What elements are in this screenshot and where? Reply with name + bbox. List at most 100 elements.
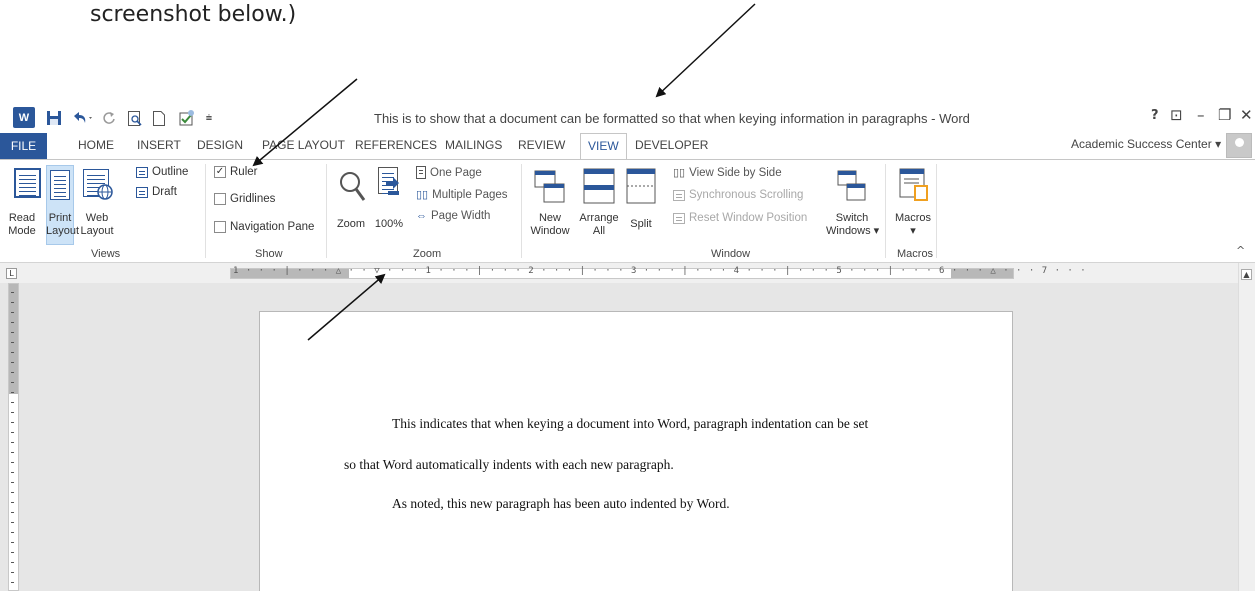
draft-label: Draft	[152, 186, 177, 198]
checkbox-icon	[214, 221, 226, 233]
tab-mailings[interactable]: MAILINGS	[445, 138, 502, 152]
print-layout-icon	[50, 170, 70, 200]
tab-review[interactable]: REVIEW	[518, 138, 565, 152]
tab-file[interactable]: FILE	[0, 133, 47, 159]
save-icon[interactable]	[44, 107, 64, 129]
group-divider	[326, 164, 327, 258]
tab-page-layout[interactable]: PAGE LAYOUT	[262, 138, 345, 152]
draft-icon	[136, 186, 148, 198]
views-group-label: Views	[91, 248, 121, 260]
navigation-pane-checkbox[interactable]: Navigation Pane	[214, 221, 314, 233]
macros-icon	[899, 168, 928, 201]
view-side-by-side-button[interactable]: ▯▯ View Side by Side	[673, 166, 782, 180]
document-line-2[interactable]: so that Word automatically indents with …	[344, 457, 674, 473]
minimize-icon[interactable]: –	[1197, 106, 1205, 124]
redo-icon[interactable]	[100, 107, 118, 129]
macros-label: Macros ▾	[894, 212, 932, 237]
undo-icon[interactable]	[70, 107, 96, 129]
vertical-ruler-tick	[11, 412, 14, 413]
new-window-icon	[534, 170, 565, 203]
document-page[interactable]: This indicates that when keying a docume…	[259, 311, 1013, 591]
account-label: Academic Success Center	[1071, 137, 1212, 151]
tab-developer[interactable]: DEVELOPER	[635, 138, 708, 152]
window-group-label: Window	[711, 248, 751, 260]
account-name[interactable]: Academic Success Center ▾	[1071, 137, 1221, 151]
read-mode-icon	[14, 168, 41, 198]
globe-icon	[97, 184, 113, 200]
gridlines-label: Gridlines	[230, 193, 276, 205]
gridlines-checkbox[interactable]: Gridlines	[214, 193, 275, 205]
page-width-icon: ⇔	[416, 210, 427, 222]
caption-text: screenshot below.)	[90, 2, 297, 27]
vertical-ruler-tick	[11, 582, 14, 583]
vertical-ruler-tick	[11, 342, 14, 343]
vertical-ruler-margin	[9, 284, 18, 394]
tab-view[interactable]: VIEW	[580, 133, 627, 160]
vertical-ruler-tick	[11, 352, 14, 353]
vertical-ruler-tick	[11, 292, 14, 293]
group-divider	[936, 164, 937, 258]
account-chevron-icon: ▾	[1215, 137, 1222, 151]
tab-insert[interactable]: INSERT	[137, 138, 181, 152]
vertical-ruler-tick	[11, 452, 14, 453]
close-icon[interactable]: ✕	[1240, 106, 1253, 124]
vertical-ruler-tick	[11, 302, 14, 303]
vertical-ruler-tick	[11, 402, 14, 403]
outline-button[interactable]: Outline	[136, 166, 188, 178]
group-divider	[521, 164, 522, 258]
arrow-to-title	[655, 3, 756, 98]
vertical-ruler-tick	[11, 442, 14, 443]
word-app-icon[interactable]: W	[13, 107, 35, 128]
tab-home[interactable]: HOME	[78, 138, 114, 152]
draft-button[interactable]: Draft	[136, 186, 177, 198]
new-document-icon[interactable]	[150, 107, 168, 129]
web-layout-label: Web Layout	[80, 212, 114, 237]
macros-group-label: Macros	[897, 248, 934, 260]
document-line-1[interactable]: This indicates that when keying a docume…	[392, 416, 868, 432]
reset-window-position-button[interactable]: Reset Window Position	[673, 212, 807, 224]
tab-design[interactable]: DESIGN	[197, 138, 243, 152]
spelling-icon[interactable]	[176, 107, 198, 129]
vertical-ruler-tick	[11, 532, 14, 533]
vertical-ruler-tick	[11, 482, 14, 483]
page-width-label: Page Width	[431, 210, 491, 222]
vertical-ruler[interactable]	[8, 283, 19, 591]
view-side-by-side-label: View Side by Side	[689, 166, 782, 179]
one-page-icon	[416, 166, 426, 179]
checkbox-checked-icon: ✓	[214, 166, 226, 178]
avatar[interactable]	[1226, 133, 1252, 158]
ruler-marks: 1 · · · | · · · △ · · ▽ · · · 1 · · · | …	[233, 266, 1087, 276]
arrange-all-icon	[583, 168, 615, 204]
tab-references[interactable]: REFERENCES	[355, 138, 437, 152]
multiple-pages-icon: ▯▯	[416, 189, 429, 201]
vertical-scrollbar[interactable]: ▲	[1238, 263, 1255, 591]
customize-icon[interactable]: ⩧	[202, 107, 216, 129]
page-width-button[interactable]: ⇔ Page Width	[416, 210, 490, 222]
document-workspace: This indicates that when keying a docume…	[0, 283, 1255, 591]
restore-icon[interactable]: ❐	[1218, 106, 1231, 124]
one-page-button[interactable]: One Page	[416, 166, 482, 179]
scroll-up-icon[interactable]: ▲	[1241, 269, 1252, 280]
group-divider	[885, 164, 886, 258]
vertical-ruler-tick	[11, 322, 14, 323]
vertical-ruler-tick	[11, 492, 14, 493]
reset-window-position-label: Reset Window Position	[689, 212, 808, 224]
collapse-ribbon-icon[interactable]: ^	[1236, 244, 1245, 257]
tab-selector-icon[interactable]: L	[6, 268, 17, 279]
checkbox-icon	[214, 193, 226, 205]
navigation-pane-label: Navigation Pane	[230, 221, 315, 233]
show-group-label: Show	[255, 248, 283, 260]
ruler-checkbox[interactable]: ✓ Ruler	[214, 166, 257, 178]
document-line-3[interactable]: As noted, this new paragraph has been au…	[392, 496, 730, 512]
title-bar: W ⩧ This is to show that a document can …	[0, 102, 1255, 133]
group-divider	[205, 164, 206, 258]
read-mode-label: Read Mode	[8, 212, 36, 237]
synchronous-scrolling-button[interactable]: Synchronous Scrolling	[673, 189, 803, 201]
vertical-ruler-tick	[11, 372, 14, 373]
print-preview-icon[interactable]	[125, 107, 145, 129]
help-icon[interactable]: ?	[1151, 108, 1159, 123]
horizontal-ruler[interactable]: 1 · · · | · · · △ · · ▽ · · · 1 · · · | …	[230, 266, 1086, 279]
ribbon-display-options-icon[interactable]: ⊡	[1170, 106, 1183, 124]
multiple-pages-button[interactable]: ▯▯ Multiple Pages	[416, 188, 508, 202]
zoom-100-label: 100%	[374, 218, 404, 230]
